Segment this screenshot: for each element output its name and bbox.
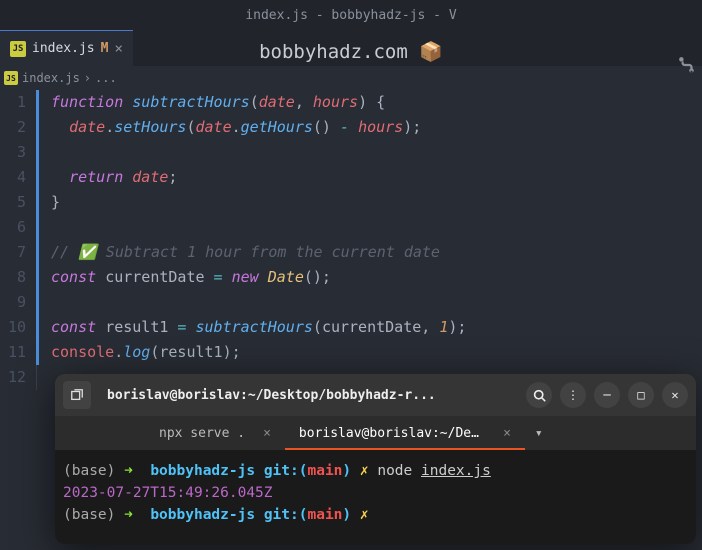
line-number: 12	[0, 365, 26, 390]
code-line: const currentDate = new Date();	[36, 265, 702, 290]
editor-tabbar: JS index.js M ×	[0, 30, 702, 66]
terminal-body[interactable]: (base) ➜ bobbyhadz-js git:(main) ✗ node …	[55, 450, 696, 544]
code-area[interactable]: function subtractHours(date, hours) { da…	[36, 90, 702, 390]
terminal-tab-close[interactable]: ×	[263, 426, 271, 441]
breadcrumb-file: index.js	[22, 71, 80, 85]
code-editor[interactable]: 1 2 3 4 5 6 7 8 9 10 11 12 function subt…	[0, 90, 702, 390]
line-gutter: 1 2 3 4 5 6 7 8 9 10 11 12	[0, 90, 36, 390]
window-title: index.js - bobbyhadz-js - V	[245, 8, 456, 23]
line-number: 8	[0, 265, 26, 290]
line-number: 11	[0, 340, 26, 365]
line-number: 7	[0, 240, 26, 265]
source-control-icon[interactable]	[678, 56, 696, 78]
breadcrumb-rest: ...	[95, 71, 117, 85]
menu-button[interactable]: ⋮	[560, 382, 586, 408]
code-line: // ✅ Subtract 1 hour from the current da…	[36, 240, 702, 265]
breadcrumb[interactable]: JS index.js › ...	[0, 66, 702, 90]
code-line: const result1 = subtractHours(currentDat…	[36, 315, 702, 340]
code-line: date.setHours(date.getHours() - hours);	[36, 115, 702, 140]
terminal-tab-label: npx serve .	[159, 426, 245, 441]
close-button[interactable]: ✕	[662, 382, 688, 408]
editor-tab-indexjs[interactable]: JS index.js M ×	[0, 30, 133, 66]
modified-indicator: M	[101, 41, 109, 56]
line-number: 9	[0, 290, 26, 315]
line-number: 6	[0, 215, 26, 240]
search-button[interactable]	[526, 382, 552, 408]
js-file-icon: JS	[4, 71, 18, 85]
terminal-output: 2023-07-27T15:49:26.045Z	[63, 482, 688, 504]
new-tab-button[interactable]	[63, 381, 91, 409]
terminal-line: (base) ➜ bobbyhadz-js git:(main) ✗	[63, 504, 688, 526]
line-number: 2	[0, 115, 26, 140]
code-line	[36, 215, 702, 240]
terminal-tab-serve[interactable]: npx serve . ×	[145, 416, 285, 450]
terminal-tabs: npx serve . × borislav@borislav:~/Deskto…	[55, 416, 696, 450]
code-line: return date;	[36, 165, 702, 190]
minimize-button[interactable]: ─	[594, 382, 620, 408]
code-line: console.log(result1);	[36, 340, 702, 365]
tab-filename: index.js	[32, 41, 95, 56]
tab-dropdown-button[interactable]: ▾	[525, 416, 553, 450]
terminal-window: borislav@borislav:~/Desktop/bobbyhadz-r.…	[55, 374, 696, 544]
tab-close-button[interactable]: ×	[114, 41, 122, 57]
code-line	[36, 290, 702, 315]
window-titlebar: index.js - bobbyhadz-js - V	[0, 0, 702, 30]
js-file-icon: JS	[10, 41, 26, 57]
code-line: }	[36, 190, 702, 215]
line-number: 1	[0, 90, 26, 115]
code-line: function subtractHours(date, hours) {	[36, 90, 702, 115]
line-number: 4	[0, 165, 26, 190]
terminal-title: borislav@borislav:~/Desktop/bobbyhadz-r.…	[99, 388, 518, 403]
line-number: 10	[0, 315, 26, 340]
terminal-tab-active[interactable]: borislav@borislav:~/Desktop/b... ×	[285, 416, 525, 450]
terminal-tab-label: borislav@borislav:~/Desktop/b...	[299, 426, 485, 441]
line-number: 3	[0, 140, 26, 165]
breadcrumb-sep: ›	[84, 71, 91, 85]
line-number: 5	[0, 190, 26, 215]
maximize-button[interactable]: □	[628, 382, 654, 408]
terminal-line: (base) ➜ bobbyhadz-js git:(main) ✗ node …	[63, 460, 688, 482]
code-line	[36, 140, 702, 165]
terminal-titlebar: borislav@borislav:~/Desktop/bobbyhadz-r.…	[55, 374, 696, 416]
terminal-tab-close[interactable]: ×	[503, 426, 511, 441]
